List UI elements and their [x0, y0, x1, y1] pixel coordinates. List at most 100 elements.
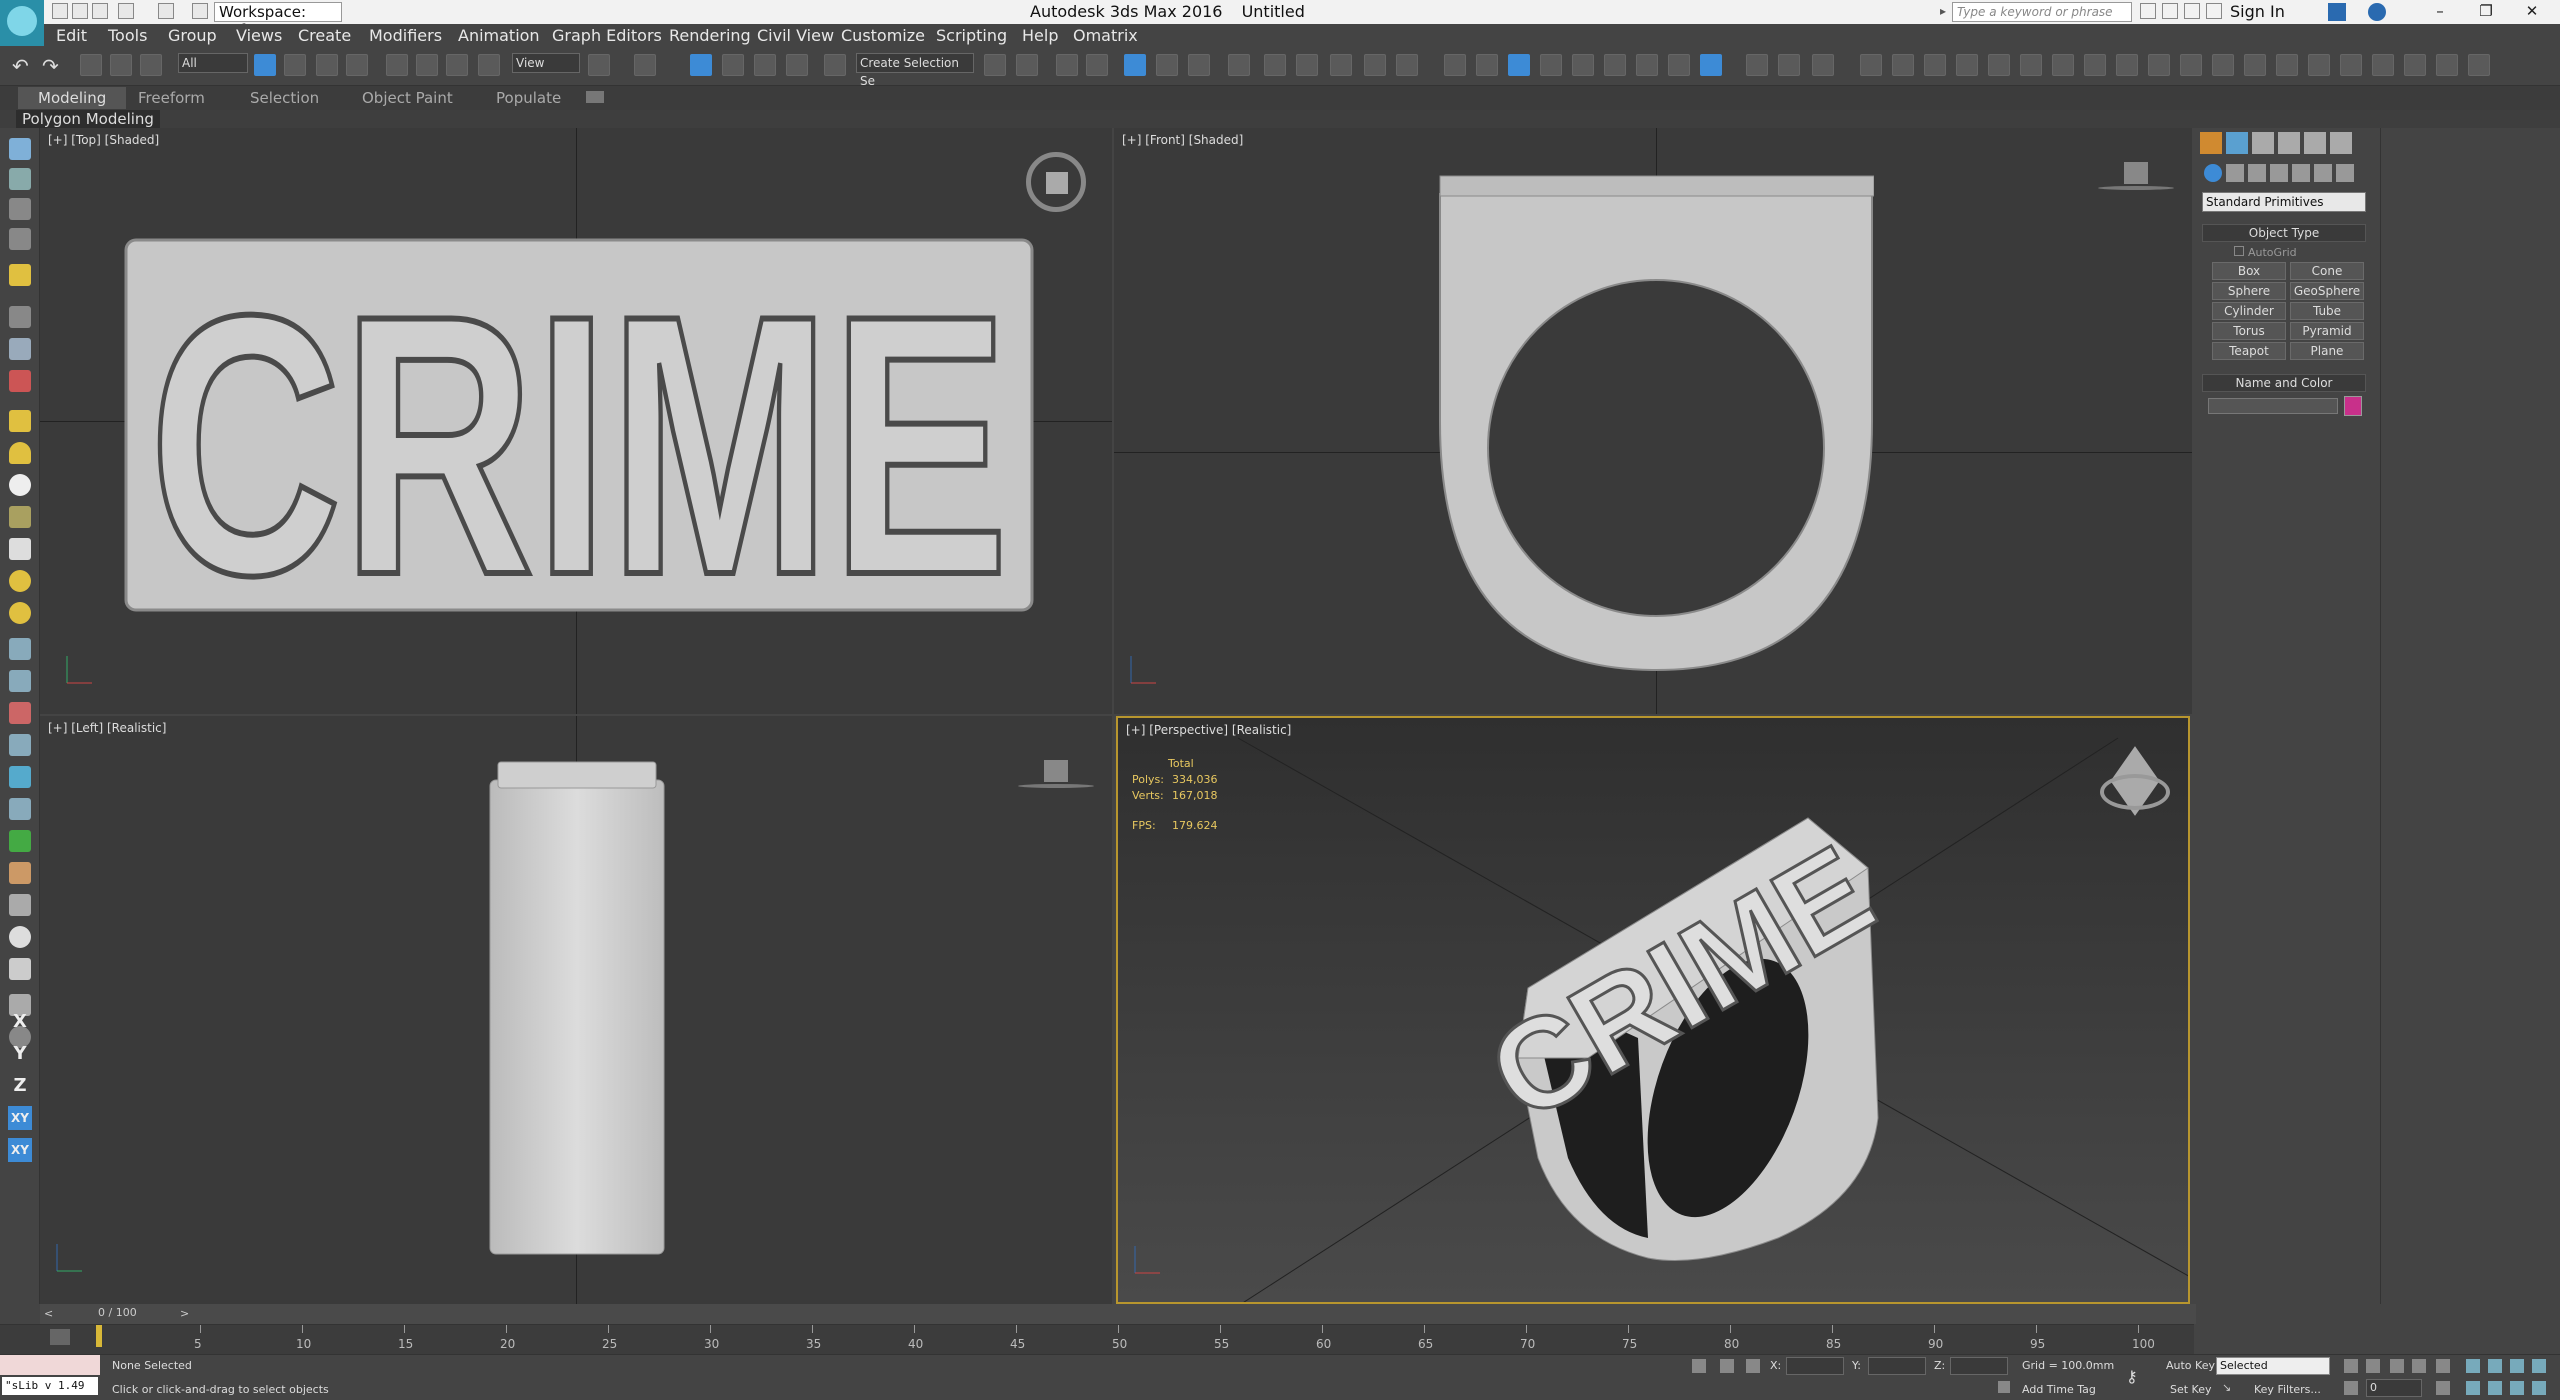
layer-explorer-icon[interactable]	[1056, 54, 1078, 76]
menu-rendering[interactable]: Rendering	[669, 26, 751, 45]
plugin-tool-8-icon[interactable]	[2084, 54, 2106, 76]
zoom-extents-all-icon[interactable]	[2532, 1359, 2546, 1373]
plugin-tool-10-icon[interactable]	[2148, 54, 2170, 76]
prev-key-icon[interactable]	[2366, 1359, 2380, 1373]
x-coordinate-field[interactable]	[1786, 1357, 1844, 1375]
tab-selection[interactable]: Selection	[250, 89, 319, 107]
axis-xy-button[interactable]: XY	[8, 1106, 32, 1130]
plugin-tool-18-icon[interactable]	[2404, 54, 2426, 76]
subscription-icon[interactable]	[2162, 3, 2178, 19]
space-warp-icon[interactable]	[9, 370, 31, 392]
box-button[interactable]: Box	[2212, 262, 2286, 280]
measure-icon[interactable]	[1746, 54, 1768, 76]
viewport-perspective[interactable]: [+] [Perspective] [Realistic] Total Poly…	[1116, 716, 2190, 1304]
plugin-tool-9-icon[interactable]	[2116, 54, 2138, 76]
viewport-top[interactable]: [+] [Top] [Shaded] CRIME	[40, 128, 1112, 714]
plugin-tool-19-icon[interactable]	[2436, 54, 2458, 76]
helpers-icon[interactable]	[2292, 164, 2310, 182]
grid-icon[interactable]	[9, 958, 31, 980]
exchange-icon[interactable]	[2328, 3, 2346, 21]
search-input[interactable]: Type a keyword or phrase	[1952, 2, 2132, 22]
select-object-icon[interactable]	[254, 54, 276, 76]
y-coordinate-field[interactable]	[1868, 1357, 1926, 1375]
viewcube-icon[interactable]	[2098, 162, 2174, 196]
scale-icon[interactable]	[446, 54, 468, 76]
plugin-tool-16-icon[interactable]	[2340, 54, 2362, 76]
viewcube-icon[interactable]	[2100, 746, 2170, 816]
spacewarps-icon[interactable]	[2314, 164, 2332, 182]
rope-icon[interactable]	[9, 670, 31, 692]
ribbon-options-icon[interactable]	[586, 91, 604, 103]
plugin-tool-3-icon[interactable]	[1924, 54, 1946, 76]
cameras-icon[interactable]	[2270, 164, 2288, 182]
scene-explorer-icon[interactable]	[1086, 54, 1108, 76]
snap-grid-icon[interactable]	[1508, 54, 1530, 76]
particle-system-icon[interactable]	[9, 638, 31, 660]
viewport-label-left[interactable]: [+] [Left] [Realistic]	[48, 721, 166, 735]
tab-populate[interactable]: Populate	[496, 89, 561, 107]
modify-icon[interactable]	[9, 168, 31, 190]
motion-tab-icon[interactable]	[2278, 132, 2300, 154]
selection-filter-dropdown[interactable]: All	[178, 53, 248, 73]
hierarchy-icon[interactable]	[9, 198, 31, 220]
restore-icon[interactable]: ❐	[2476, 2, 2496, 22]
pyramid-button[interactable]: Pyramid	[2290, 322, 2364, 340]
snaps-toggle-icon[interactable]	[690, 54, 712, 76]
axis-x-button[interactable]: X	[8, 1010, 32, 1034]
set-key-icon[interactable]: ↘	[2222, 1381, 2236, 1395]
minimize-icon[interactable]: –	[2430, 2, 2450, 22]
search-icon[interactable]	[2140, 3, 2156, 19]
named-selection-set-dropdown[interactable]: Create Selection Se	[856, 53, 974, 88]
app-logo[interactable]	[0, 0, 44, 46]
render-icon[interactable]	[1330, 54, 1352, 76]
object-name-input[interactable]	[2208, 398, 2338, 414]
next-key-icon[interactable]	[2412, 1359, 2426, 1373]
autogrid-checkbox[interactable]: AutoGrid	[2234, 246, 2297, 259]
plugin-tool-20-icon[interactable]	[2468, 54, 2490, 76]
next-frame-icon[interactable]: >	[180, 1307, 190, 1321]
plugin-tool-1-icon[interactable]	[1860, 54, 1882, 76]
torus-primitive-icon[interactable]	[9, 506, 31, 528]
viewport-left[interactable]: [+] [Left] [Realistic]	[40, 716, 1112, 1304]
camera-icon[interactable]	[9, 306, 31, 328]
time-config-icon[interactable]	[2436, 1381, 2450, 1395]
time-slider[interactable]: < 0 / 100 >	[40, 1304, 2196, 1324]
key-filters-button[interactable]: Key Filters...	[2254, 1383, 2321, 1396]
systems-icon[interactable]	[2336, 164, 2354, 182]
plugin-tool-7-icon[interactable]	[2052, 54, 2074, 76]
material-editor-icon[interactable]	[1228, 54, 1250, 76]
biped-icon[interactable]	[9, 734, 31, 756]
create-tab-icon[interactable]	[2200, 132, 2222, 154]
menu-views[interactable]: Views	[236, 26, 282, 45]
snap-tangent-icon[interactable]	[1668, 54, 1690, 76]
bind-space-warp-icon[interactable]	[140, 54, 162, 76]
undo-icon[interactable]: ↶	[12, 54, 34, 78]
viewport-label-perspective[interactable]: [+] [Perspective] [Realistic]	[1126, 723, 1291, 737]
sphere-button[interactable]: Sphere	[2212, 282, 2286, 300]
spinner-snap-icon[interactable]	[786, 54, 808, 76]
modify-tab-icon[interactable]	[2226, 132, 2248, 154]
plugin-tool-14-icon[interactable]	[2276, 54, 2298, 76]
menu-scripting[interactable]: Scripting	[936, 26, 1007, 45]
open-icon[interactable]	[72, 3, 88, 19]
help-icon[interactable]	[2368, 3, 2386, 21]
time-tag-icon[interactable]	[1998, 1381, 2010, 1393]
place-icon[interactable]	[478, 54, 500, 76]
key-icon[interactable]: ⚷	[2126, 1367, 2148, 1386]
geometry-icon[interactable]	[2204, 164, 2222, 182]
key-mode-icon[interactable]	[2344, 1381, 2358, 1395]
set-key-button[interactable]: Set Key	[2170, 1383, 2212, 1396]
reference-coordinate-dropdown[interactable]: View	[512, 53, 580, 73]
menu-group[interactable]: Group	[168, 26, 217, 45]
goto-start-icon[interactable]	[2344, 1359, 2358, 1373]
goto-end-icon[interactable]	[2436, 1359, 2450, 1373]
zoom-all-icon[interactable]	[2488, 1359, 2502, 1373]
menu-omatrix[interactable]: Omatrix	[1073, 26, 1138, 45]
redo-icon[interactable]	[158, 3, 174, 19]
play-icon[interactable]	[2390, 1359, 2404, 1373]
axis-xy-cycle-button[interactable]: XY	[8, 1138, 32, 1162]
select-manipulate-icon[interactable]	[634, 54, 656, 76]
add-time-tag-button[interactable]: Add Time Tag	[2022, 1383, 2096, 1396]
material-sphere-icon[interactable]	[9, 926, 31, 948]
axis-y-button[interactable]: Y	[8, 1042, 32, 1066]
